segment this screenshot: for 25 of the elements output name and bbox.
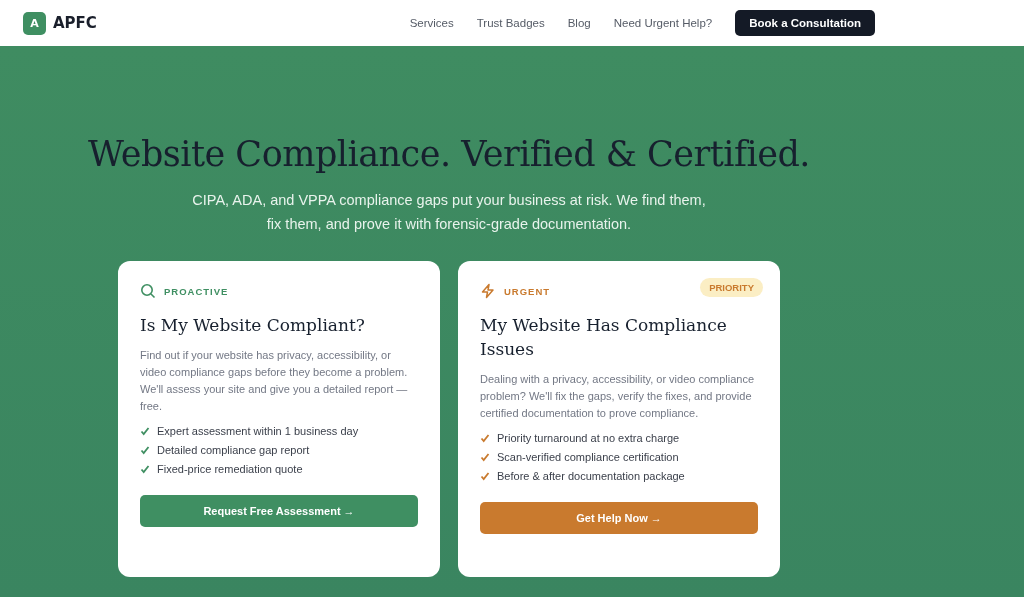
feature-text: Scan-verified compliance certification — [497, 451, 679, 463]
logo-icon[interactable]: A — [23, 11, 46, 35]
feature-text: Detailed compliance gap report — [157, 444, 310, 456]
card-action-button[interactable]: Request Free Assessment → — [140, 495, 418, 527]
nav-link[interactable]: Blog — [567, 17, 591, 29]
nav-link[interactable]: Trust Badges — [476, 17, 545, 29]
brand-name[interactable]: APFC — [53, 14, 97, 32]
feature-text: Priority turnaround at no extra charge — [497, 432, 680, 444]
nav-link[interactable]: Services — [409, 17, 454, 29]
hero-subtitle: CIPA, ADA, and VPPA compliance gaps put your business at risk. We find them, fix them, and prove it with forensic-grade documentation. — [191, 191, 707, 234]
feature-text: Before & after documentation package — [497, 470, 685, 482]
feature-text: Expert assessment within 1 business day — [157, 425, 359, 437]
hero-title: Website Compliance. Verified & Certified. — [88, 134, 810, 174]
nav-link[interactable]: Need Urgent Help? — [613, 17, 713, 29]
feature-text: Fixed-price remediation quote — [157, 463, 303, 475]
card-title: Is My Website Compliant? — [140, 314, 366, 337]
lightning-icon — [480, 283, 496, 299]
card-description: Find out if your website has privacy, accessibility, or video compliance gaps before they become a problem. We'll assess your site and give you a detailed report — free. — [140, 348, 409, 414]
search-icon — [140, 283, 156, 299]
priority-badge: PRIORITY — [700, 278, 763, 297]
card-category: PROACTIVE — [164, 285, 229, 297]
consultation-button[interactable]: Book a Consultation — [735, 10, 875, 36]
card-title: My Website Has Compliance Issues — [480, 314, 728, 361]
card-category: URGENT — [504, 285, 551, 297]
card-description: Dealing with a privacy, accessibility, or video compliance problem? We'll fix the gaps, verify the fixes, and provide certified documentation to prove compliance. — [480, 372, 756, 421]
